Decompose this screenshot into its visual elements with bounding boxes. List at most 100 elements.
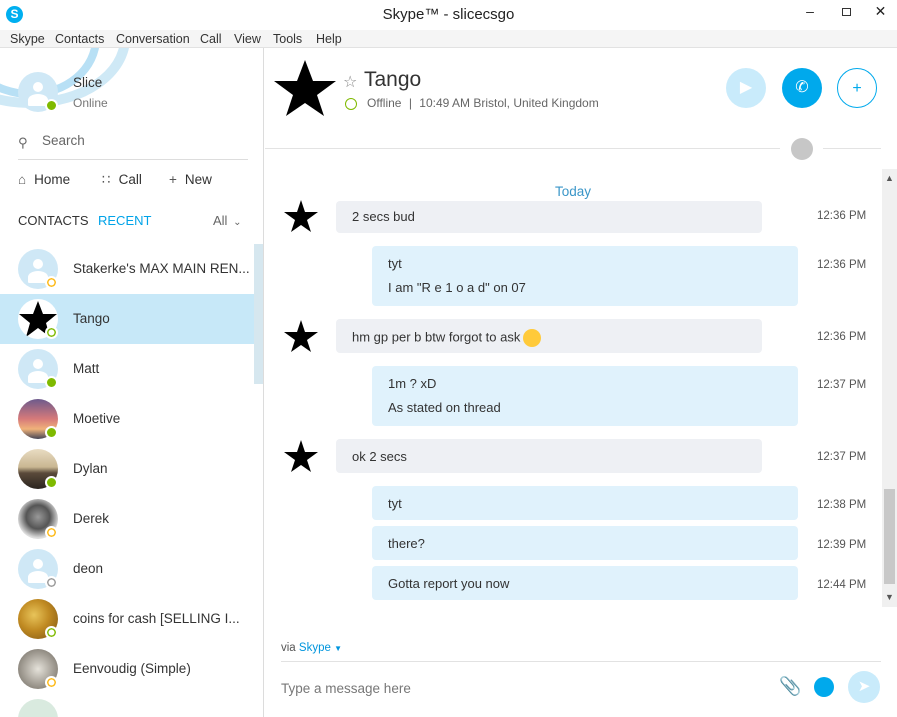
status-unknown-icon (45, 576, 58, 589)
message-bubble[interactable]: ok 2 secs (336, 439, 762, 473)
sender-avatar[interactable] (283, 319, 319, 353)
video-call-button[interactable]: ▶ (726, 68, 766, 108)
day-separator: Today (554, 184, 592, 199)
scroll-up-icon[interactable]: ▲ (885, 173, 894, 183)
self-status-online-icon (45, 99, 58, 112)
via-selector[interactable]: via Skype ▼ (281, 642, 342, 654)
call-button[interactable]: ∷ Call (102, 172, 142, 192)
message-bubble[interactable]: tyt (372, 486, 798, 520)
phone-icon: ✆ (795, 79, 809, 96)
message-input[interactable]: Type a message here (281, 681, 411, 696)
message-bubble[interactable]: hm gp per b btw forgot to ask (336, 319, 762, 353)
status-offline-icon (45, 326, 58, 339)
message-time: 12:36 PM (817, 210, 867, 222)
contact-name: Matt (73, 361, 100, 376)
message-text: 2 secs bud (352, 209, 415, 224)
header-divider (823, 148, 881, 149)
message-time: 12:38 PM (817, 499, 867, 511)
status-online-icon (45, 476, 58, 489)
new-button[interactable]: + New (169, 172, 212, 192)
list-item[interactable]: Eenvoudig (Simple) (0, 644, 254, 694)
dialpad-icon: ∷ (102, 172, 111, 187)
contact-name: Tango (73, 311, 110, 326)
add-person-icon: + (852, 80, 862, 97)
header-divider (265, 148, 780, 149)
conversation-status: Offline | 10:49 AM Bristol, United Kingd… (367, 96, 599, 110)
status-away-icon (45, 676, 58, 689)
status-away-icon (45, 276, 58, 289)
maximize-button[interactable] (828, 0, 864, 22)
tab-recent[interactable]: RECENT (98, 213, 151, 228)
emoticon-icon[interactable] (814, 677, 834, 697)
message-text-content: hm gp per b btw forgot to ask (352, 329, 521, 345)
message-text: 1m ? xD (388, 376, 437, 391)
scrollbar-thumb[interactable] (884, 489, 895, 584)
filter-all-dropdown[interactable]: All ⌄ (213, 213, 241, 228)
contact-name: Dylan (73, 461, 108, 476)
contact-local-time: 10:49 AM Bristol, United Kingdom (419, 96, 599, 110)
add-people-button[interactable]: + (837, 68, 877, 108)
contact-name: deon (73, 561, 104, 576)
conversation-title[interactable]: Tango (364, 68, 421, 92)
message-text: tyt (388, 256, 402, 271)
list-item[interactable]: Stakerke's MAX MAIN REN... (0, 244, 254, 294)
contact-name: coins for cash [SELLING I... (73, 611, 240, 626)
menu-conversation[interactable]: Conversation (116, 32, 190, 46)
contact-name: Derek (73, 511, 110, 526)
home-label: Home (34, 172, 71, 187)
message-time: 12:37 PM (817, 451, 867, 463)
minimize-button[interactable]: – (792, 0, 828, 22)
caret-down-icon: ▼ (334, 644, 342, 653)
list-item[interactable]: Dylan (0, 444, 254, 494)
message-text: As stated on thread (388, 400, 501, 415)
menu-help[interactable]: Help (316, 32, 342, 46)
send-button[interactable]: ➤ (848, 671, 880, 703)
contact-avatar[interactable] (273, 58, 337, 118)
sidebar-scrollbar[interactable] (254, 244, 263, 384)
status-offline-icon (45, 626, 58, 639)
menu-contacts[interactable]: Contacts (55, 32, 104, 46)
paperclip-icon[interactable]: 📎 (779, 676, 801, 697)
scroll-down-icon[interactable]: ▼ (885, 592, 894, 602)
list-item[interactable]: Derek (0, 494, 254, 544)
message-text: hm gp per b btw forgot to ask (352, 329, 542, 347)
favorite-star-icon[interactable]: ☆ (343, 72, 357, 92)
message-text: tyt (388, 496, 402, 511)
audio-call-button[interactable]: ✆ (782, 68, 822, 108)
menu-bar: Skype Contacts Conversation Call View To… (0, 30, 897, 48)
menu-call[interactable]: Call (200, 32, 222, 46)
menu-view[interactable]: View (234, 32, 261, 46)
conversation-pane: ☆ Tango Offline | 10:49 AM Bristol, Unit… (265, 48, 897, 717)
self-name[interactable]: Slice (73, 75, 102, 90)
plus-icon: + (169, 172, 177, 187)
message-bubble[interactable]: 2 secs bud (336, 201, 762, 233)
message-bubble[interactable]: tyt I am "R e 1 o a d" on 07 (372, 246, 798, 306)
tab-contacts[interactable]: CONTACTS (18, 213, 89, 228)
messages-scrollbar[interactable]: ▲ ▼ (882, 169, 897, 607)
search-placeholder[interactable]: Search (42, 133, 85, 148)
home-button[interactable]: ⌂ Home (18, 172, 70, 192)
list-item[interactable]: Matt (0, 344, 254, 394)
message-bubble[interactable]: there? (372, 526, 798, 560)
message-text: I am "R e 1 o a d" on 07 (388, 280, 526, 295)
sender-avatar[interactable] (283, 199, 319, 233)
list-item[interactable]: Tango (0, 294, 254, 344)
menu-tools[interactable]: Tools (273, 32, 302, 46)
message-time: 12:37 PM (817, 379, 867, 391)
close-button[interactable]: ✕ (864, 0, 897, 22)
list-item[interactable]: deon (0, 544, 254, 594)
search-box[interactable]: ⚲ Search (18, 130, 248, 160)
globe-icon[interactable] (791, 138, 813, 160)
sender-avatar[interactable] (283, 439, 319, 473)
message-bubble[interactable]: 1m ? xD As stated on thread (372, 366, 798, 426)
list-item[interactable] (0, 694, 254, 717)
send-icon: ➤ (857, 678, 871, 695)
message-time: 12:36 PM (817, 331, 867, 343)
self-status[interactable]: Online (73, 96, 108, 110)
window-title: Skype™ - slicecsgo (382, 6, 515, 23)
message-time: 12:44 PM (817, 579, 867, 591)
message-bubble[interactable]: Gotta report you now (372, 566, 798, 600)
list-item[interactable]: coins for cash [SELLING I... (0, 594, 254, 644)
menu-skype[interactable]: Skype (10, 32, 45, 46)
list-item[interactable]: Moetive (0, 394, 254, 444)
